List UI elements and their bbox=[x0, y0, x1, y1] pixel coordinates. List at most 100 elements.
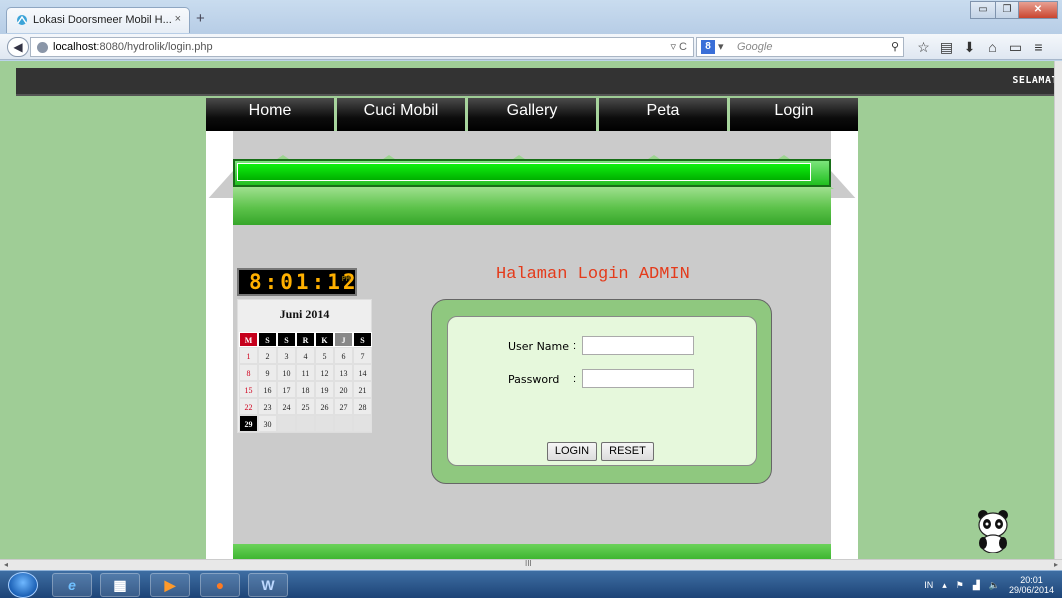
login-box: User Name : Password : LOGIN RESET bbox=[431, 299, 772, 484]
reload-icon[interactable]: ▿ C bbox=[670, 40, 687, 53]
minimize-button[interactable]: ▭ bbox=[970, 1, 996, 19]
tray-expand-icon[interactable]: ▴ bbox=[942, 580, 947, 591]
calendar-day[interactable]: 15 bbox=[239, 381, 258, 398]
menu-icon[interactable]: ≡ bbox=[1031, 39, 1046, 56]
header-bar bbox=[233, 159, 831, 187]
calendar-day[interactable]: 12 bbox=[315, 364, 334, 381]
close-window-button[interactable]: ✕ bbox=[1018, 1, 1058, 19]
calendar-day[interactable]: 13 bbox=[334, 364, 353, 381]
calendar-day[interactable]: 29 bbox=[239, 415, 258, 432]
url-bar[interactable]: localhost:8080/hydrolik/login.php ▿ C bbox=[30, 37, 694, 57]
calendar-day[interactable]: 23 bbox=[258, 398, 277, 415]
username-colon: : bbox=[573, 340, 577, 352]
calendar-empty-cell bbox=[353, 415, 372, 432]
scroll-left-icon[interactable]: ◂ bbox=[4, 560, 8, 569]
calendar-day[interactable]: 6 bbox=[334, 347, 353, 364]
calendar-day[interactable]: 4 bbox=[296, 347, 315, 364]
download-icon[interactable]: ⬇ bbox=[962, 39, 977, 56]
home-icon[interactable]: ⌂ bbox=[985, 39, 1000, 56]
calendar-day[interactable]: 27 bbox=[334, 398, 353, 415]
calendar-weekday: J bbox=[334, 332, 353, 347]
site-favicon-icon bbox=[17, 15, 27, 25]
search-bar[interactable]: 8 ▾ Google ⚲ bbox=[696, 37, 904, 57]
scroll-right-icon[interactable]: ▸ bbox=[1054, 560, 1058, 569]
calendar-day[interactable]: 17 bbox=[277, 381, 296, 398]
calendar-day[interactable]: 5 bbox=[315, 347, 334, 364]
window-icon[interactable]: ▭ bbox=[1008, 39, 1023, 56]
marquee-text: SELAMAT bbox=[1012, 75, 1058, 86]
ie-taskbar-icon[interactable]: e bbox=[52, 573, 92, 597]
right-white-edge bbox=[831, 198, 858, 559]
bookmarks-list-icon[interactable]: ▤ bbox=[939, 39, 954, 56]
horizontal-scrollbar[interactable]: ◂ III ▸ bbox=[0, 559, 1062, 570]
calendar-day[interactable]: 19 bbox=[315, 381, 334, 398]
password-label: Password bbox=[508, 373, 560, 386]
scroll-grip-icon[interactable]: III bbox=[525, 559, 532, 568]
explorer-taskbar-icon[interactable]: ▦ bbox=[100, 573, 140, 597]
media-taskbar-icon[interactable]: ▶ bbox=[150, 573, 190, 597]
username-input[interactable] bbox=[582, 336, 694, 355]
calendar-day[interactable]: 2 bbox=[258, 347, 277, 364]
url-path: :8080/hydrolik/login.php bbox=[96, 41, 213, 53]
calendar-day[interactable]: 25 bbox=[296, 398, 315, 415]
calendar-day[interactable]: 9 bbox=[258, 364, 277, 381]
search-engine-icon[interactable]: 8 bbox=[701, 40, 715, 54]
system-tray: IN ▴ ⚑ ▟ 🔈 20:01 29/06/2014 bbox=[924, 575, 1054, 595]
calendar-day[interactable]: 7 bbox=[353, 347, 372, 364]
flag-icon[interactable]: ⚑ bbox=[956, 580, 964, 591]
login-title: Halaman Login ADMIN bbox=[496, 265, 690, 284]
new-tab-button[interactable]: + bbox=[196, 10, 205, 27]
left-white-edge bbox=[206, 198, 233, 559]
calendar-day[interactable]: 14 bbox=[353, 364, 372, 381]
calendar-day[interactable]: 26 bbox=[315, 398, 334, 415]
calendar-day[interactable]: 8 bbox=[239, 364, 258, 381]
calendar-day[interactable]: 11 bbox=[296, 364, 315, 381]
login-form: User Name : Password : LOGIN RESET bbox=[447, 316, 757, 466]
green-banner bbox=[233, 187, 831, 225]
top-marquee-strip: SELAMAT bbox=[16, 68, 1062, 96]
tab-close-icon[interactable]: × bbox=[175, 13, 181, 25]
menu-home[interactable]: Home bbox=[206, 98, 337, 131]
language-indicator[interactable]: IN bbox=[924, 580, 933, 590]
back-button[interactable]: ◀ bbox=[7, 37, 29, 57]
calendar-day[interactable]: 10 bbox=[277, 364, 296, 381]
start-button[interactable] bbox=[8, 572, 38, 598]
calendar-weekday: S bbox=[277, 332, 296, 347]
vertical-scrollbar[interactable] bbox=[1054, 61, 1062, 559]
toolbar-icons: ☆ ▤ ⬇ ⌂ ▭ ≡ bbox=[916, 39, 1046, 56]
calendar-day[interactable]: 21 bbox=[353, 381, 372, 398]
calendar-day[interactable]: 30 bbox=[258, 415, 277, 432]
password-input[interactable] bbox=[582, 369, 694, 388]
engine-dropdown-icon[interactable]: ▾ bbox=[718, 40, 724, 53]
tray-time: 20:01 bbox=[1020, 575, 1043, 585]
calendar-day[interactable]: 3 bbox=[277, 347, 296, 364]
maximize-button[interactable]: ❐ bbox=[995, 1, 1019, 19]
word-taskbar-icon[interactable]: W bbox=[248, 573, 288, 597]
calendar-day[interactable]: 20 bbox=[334, 381, 353, 398]
browser-tab[interactable]: Lokasi Doorsmeer Mobil H... × bbox=[6, 7, 190, 33]
tray-clock[interactable]: 20:01 29/06/2014 bbox=[1009, 575, 1054, 595]
menu-cuci-mobil[interactable]: Cuci Mobil bbox=[337, 98, 468, 131]
network-icon[interactable]: ▟ bbox=[973, 580, 980, 591]
browser-navbar: ◀ localhost:8080/hydrolik/login.php ▿ C … bbox=[0, 34, 1062, 60]
bookmark-star-icon[interactable]: ☆ bbox=[916, 39, 931, 56]
calendar-weekday: K bbox=[315, 332, 334, 347]
calendar-day[interactable]: 22 bbox=[239, 398, 258, 415]
page-viewport: SELAMAT Home Cuci Mobil Gallery Peta Log… bbox=[0, 61, 1062, 559]
menu-login[interactable]: Login bbox=[730, 98, 858, 131]
calendar-day[interactable]: 16 bbox=[258, 381, 277, 398]
calendar-day[interactable]: 28 bbox=[353, 398, 372, 415]
search-icon[interactable]: ⚲ bbox=[891, 40, 899, 53]
calendar-title: Juni 2014 bbox=[279, 307, 330, 321]
login-button[interactable]: LOGIN bbox=[547, 442, 597, 461]
reset-button[interactable]: RESET bbox=[601, 442, 654, 461]
menu-peta[interactable]: Peta bbox=[599, 98, 730, 131]
calendar-day[interactable]: 24 bbox=[277, 398, 296, 415]
volume-icon[interactable]: 🔈 bbox=[989, 580, 1000, 591]
calendar-day[interactable]: 18 bbox=[296, 381, 315, 398]
firefox-taskbar-icon[interactable]: ● bbox=[200, 573, 240, 597]
calendar-day[interactable]: 1 bbox=[239, 347, 258, 364]
menu-gallery[interactable]: Gallery bbox=[468, 98, 599, 131]
globe-icon bbox=[37, 42, 48, 53]
main-menu: Home Cuci Mobil Gallery Peta Login bbox=[206, 98, 858, 131]
